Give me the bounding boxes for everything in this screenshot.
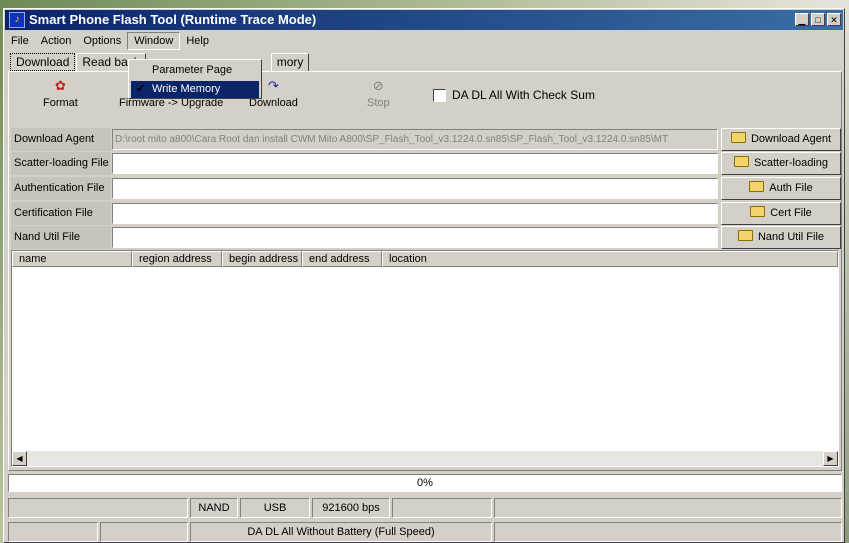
download-panel: ✿ Format Firmware -> Upgrade ↷ Download … (8, 71, 842, 471)
region-table: name region address begin address end ad… (11, 250, 839, 467)
checkmark-icon: ✔ (136, 83, 146, 95)
tab-memory[interactable]: mory (270, 53, 310, 71)
format-button[interactable]: ✿ Format (43, 78, 78, 110)
app-icon: ♪ (9, 12, 25, 28)
auth-file-input[interactable] (112, 178, 718, 199)
checksum-label: DA DL All With Check Sum (452, 88, 595, 102)
menu-options[interactable]: Options (77, 32, 127, 50)
status-connection: USB (240, 498, 310, 518)
col-location[interactable]: location (382, 251, 838, 267)
menu-window[interactable]: Window (127, 32, 181, 50)
table-header: name region address begin address end ad… (12, 251, 838, 267)
status-bar-top: NAND USB 921600 bps (8, 498, 842, 518)
col-begin-address[interactable]: begin address (222, 251, 302, 267)
format-icon: ✿ (54, 78, 66, 93)
maximize-button[interactable]: □ (811, 13, 825, 26)
checksum-checkbox[interactable]: DA DL All With Check Sum (433, 88, 595, 102)
auth-file-button[interactable]: Auth File (721, 177, 841, 200)
status-baud: 921600 bps (312, 498, 390, 518)
menu-bar: File Action Options Window Help (5, 32, 843, 50)
row-nand-util: Nand Util File Nand Util File (11, 226, 841, 249)
folder-icon (734, 156, 749, 167)
title-bar[interactable]: ♪ Smart Phone Flash Tool (Runtime Trace … (5, 10, 843, 30)
cert-file-input[interactable] (112, 203, 718, 224)
row-cert-file: Certification File Cert File (11, 202, 841, 225)
folder-icon (737, 230, 753, 241)
scroll-left-icon[interactable]: ◀ (12, 451, 27, 466)
status-mode: DA DL All Without Battery (Full Speed) (190, 522, 492, 542)
progress-bar: 0% (8, 474, 842, 492)
col-end-address[interactable]: end address (302, 251, 382, 267)
main-window: ♪ Smart Phone Flash Tool (Runtime Trace … (3, 8, 845, 543)
folder-icon (730, 132, 746, 143)
menu-help[interactable]: Help (180, 32, 215, 50)
stop-icon: ⊘ (372, 78, 384, 93)
download-agent-button[interactable]: Download Agent (721, 128, 841, 151)
menu-action[interactable]: Action (35, 32, 78, 50)
horizontal-scrollbar[interactable]: ◀ ▶ (12, 451, 838, 466)
tab-download[interactable]: Download (10, 53, 76, 71)
window-menu-dropdown: Parameter Page ✔ Write Memory (128, 59, 262, 99)
status-bar-bottom: DA DL All Without Battery (Full Speed) (8, 522, 842, 542)
row-download-agent: Download Agent D:\root mito a800\Cara Ro… (11, 128, 841, 151)
cert-file-button[interactable]: Cert File (721, 202, 841, 225)
scatter-loading-button[interactable]: Scatter-loading (721, 152, 841, 175)
stop-button[interactable]: ⊘ Stop (367, 78, 390, 110)
menu-file[interactable]: File (5, 32, 35, 50)
menu-item-parameter-page[interactable]: Parameter Page (131, 62, 259, 79)
checkbox-box[interactable] (433, 88, 446, 102)
menu-item-write-memory[interactable]: ✔ Write Memory (131, 81, 259, 98)
scroll-right-icon[interactable]: ▶ (823, 451, 838, 466)
close-button[interactable]: ✕ (827, 13, 841, 26)
folder-icon (750, 206, 766, 217)
scatter-loading-input[interactable] (112, 153, 718, 174)
col-name[interactable]: name (12, 251, 132, 267)
status-storage: NAND (190, 498, 238, 518)
nand-util-button[interactable]: Nand Util File (721, 226, 841, 249)
minimize-button[interactable]: ▁ (795, 13, 809, 26)
row-auth-file: Authentication File Auth File (11, 177, 841, 200)
download-agent-input[interactable]: D:\root mito a800\Cara Root dan install … (112, 129, 718, 150)
row-scatter-loading: Scatter-loading File Scatter-loading (11, 152, 841, 175)
folder-icon (749, 181, 765, 192)
col-region-address[interactable]: region address (132, 251, 222, 267)
window-title: Smart Phone Flash Tool (Runtime Trace Mo… (29, 12, 317, 27)
nand-util-input[interactable] (112, 227, 718, 248)
